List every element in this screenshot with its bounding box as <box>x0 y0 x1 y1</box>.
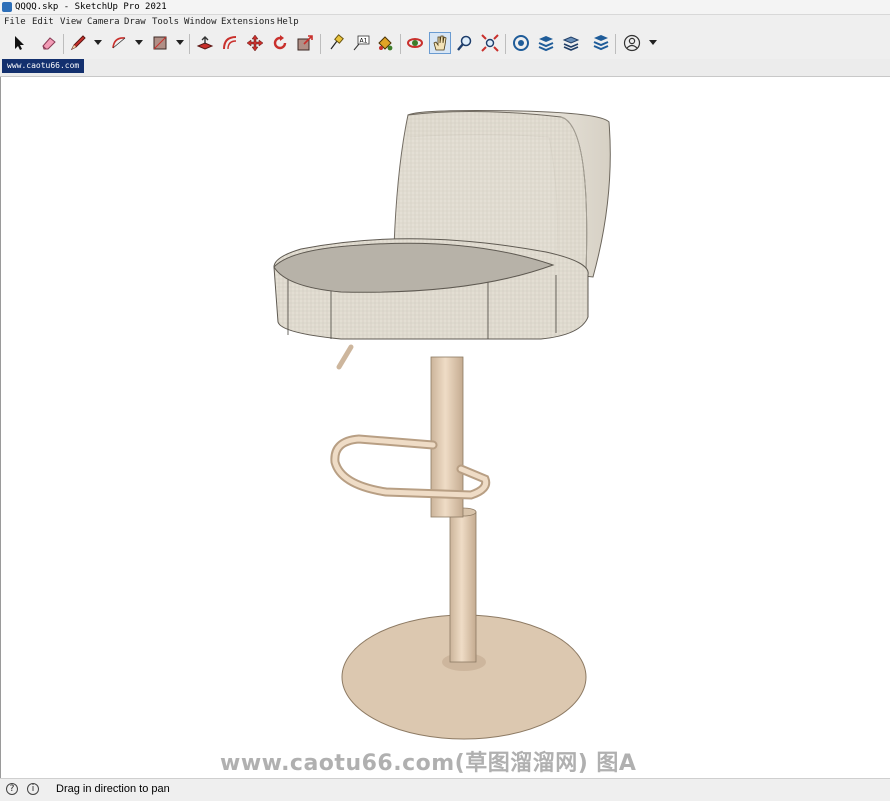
scale-tool-button[interactable] <box>294 32 316 54</box>
menu-camera[interactable]: Camera <box>87 15 120 29</box>
offset-tool-button[interactable] <box>219 32 241 54</box>
stool-seat <box>273 238 589 340</box>
info-icon[interactable]: i <box>27 783 39 795</box>
account-button[interactable] <box>621 32 643 54</box>
status-message: Drag in direction to pan <box>56 783 170 795</box>
paint-bucket-tool-button[interactable] <box>374 32 396 54</box>
rectangle-dropdown-icon[interactable] <box>176 40 184 45</box>
pan-tool-button[interactable] <box>429 32 451 54</box>
account-dropdown-icon[interactable] <box>649 40 657 45</box>
push-pull-tool-button[interactable] <box>194 32 216 54</box>
rectangle-icon <box>153 36 167 50</box>
window-title: QQQQ.skp - SketchUp Pro 2021 <box>15 2 167 12</box>
menu-bar: File Edit View Camera Draw Tools Window … <box>0 15 890 29</box>
extension-warehouse-button[interactable] <box>535 32 557 54</box>
pencil-icon <box>70 35 86 51</box>
extension-manager-icon <box>593 35 609 51</box>
menu-help[interactable]: Help <box>277 15 299 29</box>
select-tool-button[interactable] <box>8 32 30 54</box>
orbit-icon <box>407 38 423 48</box>
zoom-icon <box>457 35 472 51</box>
scene-tab-active[interactable]: www.caotu66.com <box>2 59 85 73</box>
svg-text:A1: A1 <box>360 38 368 45</box>
line-tool-button[interactable] <box>67 32 89 54</box>
select-arrow-icon <box>15 36 24 50</box>
layers-icon <box>562 36 580 51</box>
menu-window[interactable]: Window <box>184 15 217 29</box>
arc-dropdown-icon[interactable] <box>135 40 143 45</box>
menu-edit[interactable]: Edit <box>32 15 54 29</box>
tape-measure-tool-button[interactable] <box>325 32 347 54</box>
extension-warehouse-icon <box>538 36 554 52</box>
scale-icon <box>297 35 313 51</box>
warehouse-icon <box>513 35 529 51</box>
menu-file[interactable]: File <box>4 15 26 29</box>
bar-stool-model <box>273 110 611 740</box>
layout-button[interactable] <box>560 32 582 54</box>
pan-hand-icon <box>433 35 447 51</box>
line-dropdown-icon[interactable] <box>94 40 102 45</box>
zoom-extents-icon <box>481 34 499 52</box>
text-tool-button[interactable]: A1 <box>350 32 372 54</box>
arc-tool-button[interactable] <box>108 32 130 54</box>
paint-bucket-icon <box>378 36 393 51</box>
offset-icon <box>223 36 237 50</box>
rectangle-tool-button[interactable] <box>149 32 171 54</box>
move-tool-button[interactable] <box>244 32 266 54</box>
extension-manager-button[interactable] <box>590 32 612 54</box>
menu-draw[interactable]: Draw <box>124 15 146 29</box>
menu-tools[interactable]: Tools <box>152 15 179 29</box>
model-viewport[interactable] <box>0 77 890 778</box>
scene-tab-strip: www.caotu66.com <box>0 59 890 77</box>
eraser-tool-button[interactable] <box>38 32 60 54</box>
rotate-icon <box>273 35 287 50</box>
tape-measure-icon <box>330 34 344 50</box>
title-bar: QQQQ.skp - SketchUp Pro 2021 <box>0 0 890 15</box>
viewport-watermark: www.caotu66.com(草图溜溜网) 图A <box>220 751 637 776</box>
move-icon <box>246 34 264 52</box>
orbit-tool-button[interactable] <box>404 32 426 54</box>
account-icon <box>623 34 641 52</box>
status-bar: ? i Drag in direction to pan <box>0 778 890 801</box>
eraser-icon <box>42 37 56 50</box>
zoom-extents-tool-button[interactable] <box>479 32 501 54</box>
main-toolbar: A1 <box>0 29 890 60</box>
menu-extensions[interactable]: Extensions <box>221 15 275 29</box>
3d-warehouse-button[interactable] <box>510 32 532 54</box>
text-icon: A1 <box>353 35 370 51</box>
push-pull-icon <box>196 36 214 50</box>
height-lever <box>336 344 354 370</box>
zoom-tool-button[interactable] <box>454 32 476 54</box>
sketchup-app-icon <box>2 2 12 12</box>
menu-view[interactable]: View <box>60 15 82 29</box>
rotate-tool-button[interactable] <box>269 32 291 54</box>
geo-location-icon[interactable]: ? <box>6 783 18 795</box>
arc-icon <box>112 37 126 49</box>
